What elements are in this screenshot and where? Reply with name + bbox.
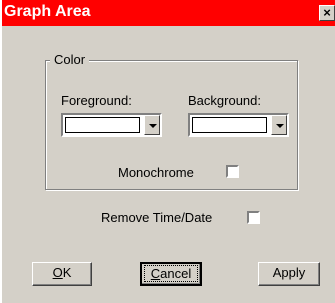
cancel-button[interactable]: Cancel (140, 262, 202, 286)
ok-button-mnemonic: O (52, 265, 63, 280)
ok-button-label: K (62, 265, 72, 280)
window-title: Graph Area (4, 3, 91, 20)
chevron-down-icon[interactable] (144, 115, 160, 135)
color-group-legend: Color (50, 52, 90, 67)
monochrome-checkbox[interactable] (226, 165, 239, 178)
cancel-button-label: ancel (160, 266, 192, 281)
remove-time-date-checkbox[interactable] (247, 211, 260, 224)
background-label: Background: (188, 93, 261, 108)
apply-button[interactable]: Apply (258, 262, 320, 286)
foreground-color-select[interactable] (61, 113, 162, 137)
remove-time-date-label: Remove Time/Date (101, 210, 213, 225)
chevron-down-icon[interactable] (271, 115, 287, 135)
monochrome-label: Monochrome (118, 165, 194, 180)
foreground-color-swatch (65, 117, 140, 133)
title-bar: Graph Area × (2, 0, 335, 26)
background-color-select[interactable] (188, 113, 289, 137)
background-color-swatch (192, 117, 267, 133)
cancel-button-focus: Cancel (143, 265, 199, 282)
graph-area-dialog: Graph Area × Color Foreground: Backgroun… (2, 0, 335, 303)
cancel-button-mnemonic: C (150, 266, 161, 281)
close-button[interactable]: × (319, 5, 335, 21)
ok-button[interactable]: OK (32, 262, 92, 286)
foreground-label: Foreground: (61, 93, 132, 108)
